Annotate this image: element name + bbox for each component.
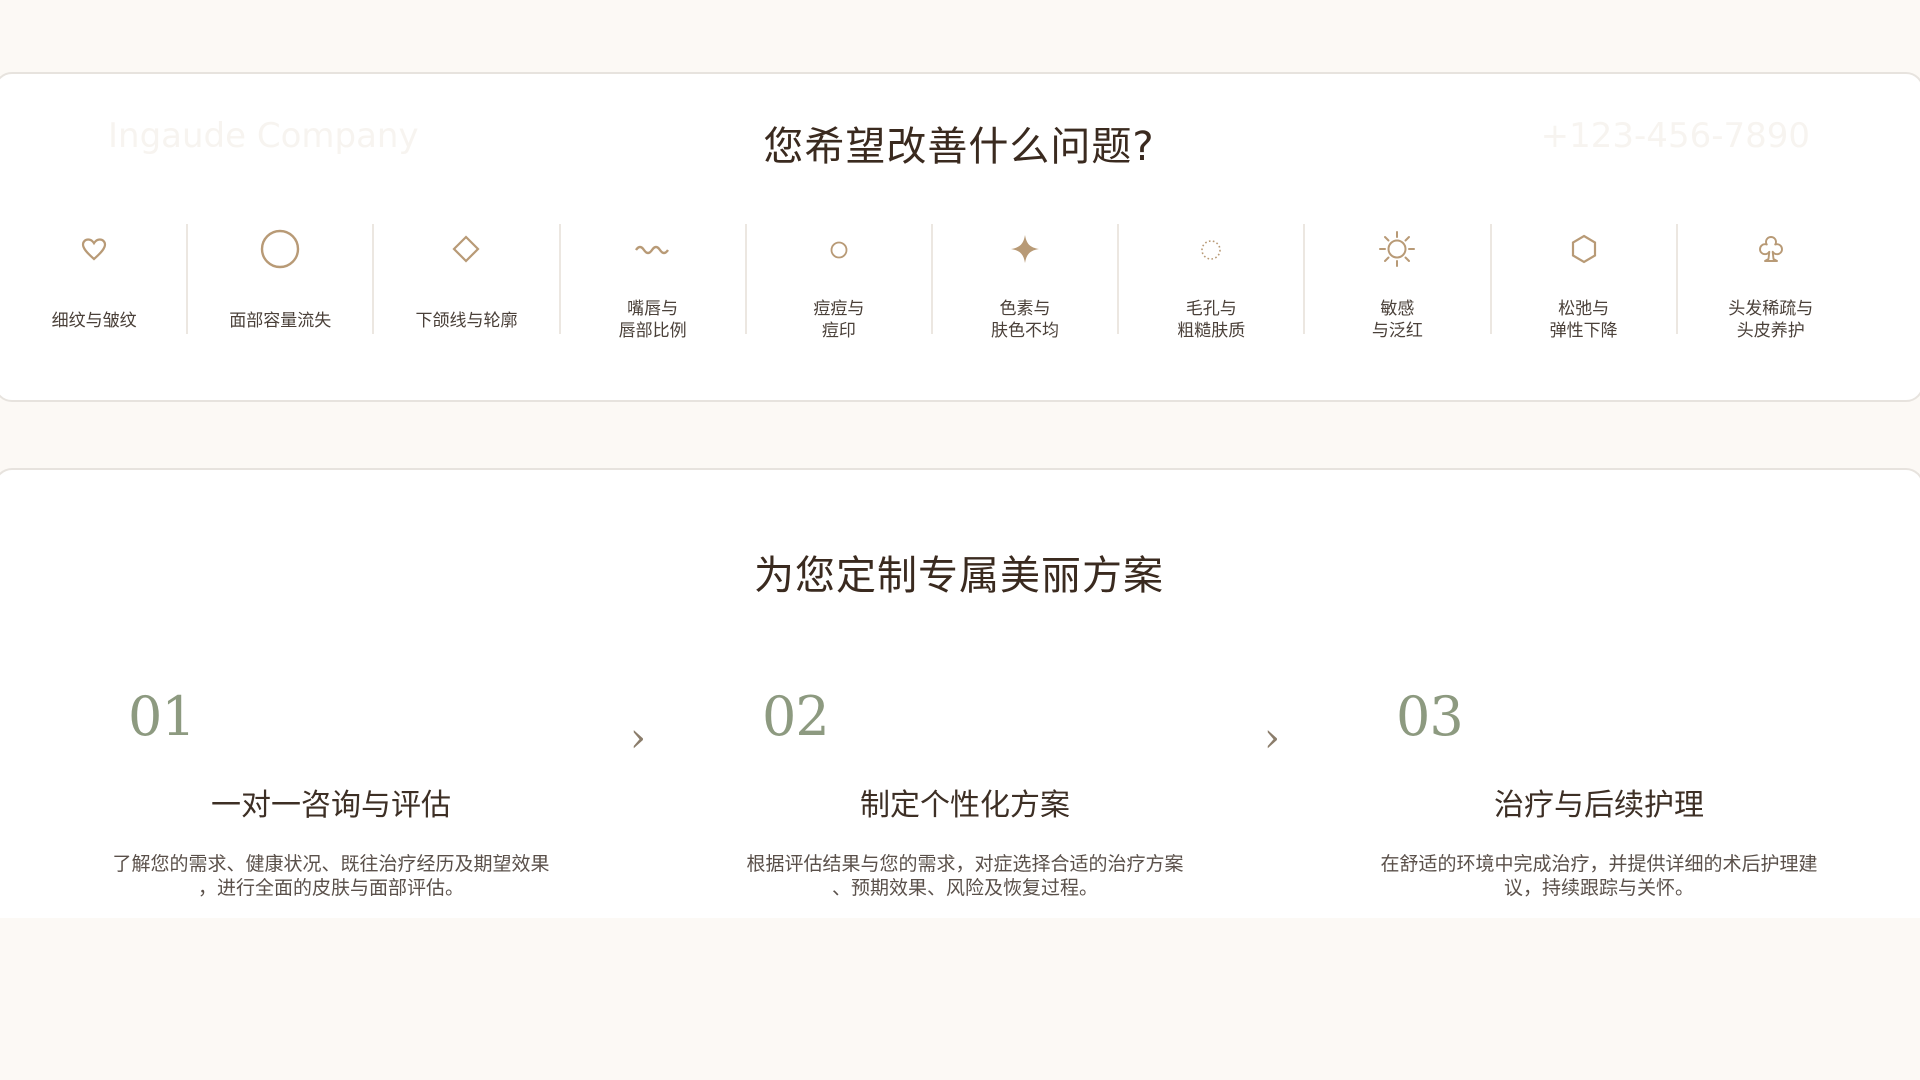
concern-label: 色素与 肤色不均 xyxy=(991,299,1060,341)
concern-hair-scalp[interactable]: 头发稀疏与 头皮养护 xyxy=(1678,224,1864,341)
step-consultation: 01 一对一咨询与评估 了解您的需求、健康状况、既往治疗经历及期望效果 ，进行全… xyxy=(96,685,566,915)
concern-pores[interactable]: 毛孔与 粗糙肤质 xyxy=(1119,224,1306,341)
concerns-card: Ingaude Company +123-456-7890 您希望改善什么问题?… xyxy=(0,72,1920,402)
step-custom-plan: 02 制定个性化方案 根据评估结果与您的需求，对症选择合适的治疗方案 、预期效果… xyxy=(730,685,1200,915)
concern-label: 痘痘与 痘印 xyxy=(813,299,865,341)
concerns-section-title: 您希望改善什么问题? xyxy=(763,124,1155,170)
concern-label: 下颌线与轮廓 xyxy=(415,311,518,331)
concern-label: 头发稀疏与 头皮养护 xyxy=(1728,299,1814,341)
concern-volume-loss[interactable]: 面部容量流失 xyxy=(188,224,375,334)
step-description: 在舒适的环境中完成治疗，并提供详细的术后护理建 议，持续跟踪与关怀。 xyxy=(1380,853,1818,899)
concern-label: 细纹与皱纹 xyxy=(51,311,137,331)
heart-outline-icon xyxy=(2,224,186,274)
circle-outline-icon xyxy=(188,224,372,274)
next-arrow-icon[interactable]: › xyxy=(630,715,646,761)
plan-section-title: 为您定制专属美丽方案 xyxy=(754,553,1164,599)
concern-list: 细纹与皱纹 面部容量流失 下颌线与轮廓 嘴唇与 唇部比例 痘痘与 痘印 色素与 … xyxy=(2,224,1864,341)
concern-lips[interactable]: 嘴唇与 唇部比例 xyxy=(561,224,747,341)
step-title: 制定个性化方案 xyxy=(860,788,1070,823)
concern-sensitivity[interactable]: 敏感 与泛红 xyxy=(1305,224,1492,341)
concern-sagging[interactable]: 松弛与 弹性下降 xyxy=(1492,224,1678,341)
concern-wrinkles[interactable]: 细纹与皱纹 xyxy=(2,224,189,334)
step-number: 02 xyxy=(762,685,830,748)
step-title: 一对一咨询与评估 xyxy=(211,788,451,823)
concern-label: 面部容量流失 xyxy=(229,311,332,331)
club-outline-icon xyxy=(1678,224,1864,274)
plan-card: 为您定制专属美丽方案 01 一对一咨询与评估 了解您的需求、健康状况、既往治疗经… xyxy=(0,468,1920,918)
concern-label: 松弛与 弹性下降 xyxy=(1549,299,1618,341)
four-point-star-icon xyxy=(933,224,1117,274)
dotted-circle-icon xyxy=(1119,224,1303,274)
concern-pigmentation[interactable]: 色素与 肤色不均 xyxy=(933,224,1120,341)
step-treatment-aftercare: 03 治疗与后续护理 在舒适的环境中完成治疗，并提供详细的术后护理建 议，持续跟… xyxy=(1364,685,1834,915)
concern-label: 敏感 与泛红 xyxy=(1371,299,1423,341)
plan-steps: 01 一对一咨询与评估 了解您的需求、健康状况、既往治疗经历及期望效果 ，进行全… xyxy=(2,685,1910,915)
next-arrow-icon[interactable]: › xyxy=(1264,715,1280,761)
step-title: 治疗与后续护理 xyxy=(1494,788,1704,823)
step-description: 根据评估结果与您的需求，对症选择合适的治疗方案 、预期效果、风险及恢复过程。 xyxy=(746,853,1184,899)
hexagon-outline-icon xyxy=(1492,224,1676,274)
step-number: 01 xyxy=(128,685,196,748)
small-circle-icon xyxy=(747,224,931,274)
diamond-outline-icon xyxy=(374,224,558,274)
sun-icon xyxy=(1305,224,1489,274)
step-number: 03 xyxy=(1396,685,1464,748)
concern-label: 毛孔与 粗糙肤质 xyxy=(1177,299,1246,341)
concern-acne[interactable]: 痘痘与 痘印 xyxy=(747,224,933,341)
step-description: 了解您的需求、健康状况、既往治疗经历及期望效果 ，进行全面的皮肤与面部评估。 xyxy=(112,853,550,899)
concern-label: 嘴唇与 唇部比例 xyxy=(618,299,687,341)
concern-jawline[interactable]: 下颌线与轮廓 xyxy=(374,224,561,334)
wave-icon xyxy=(561,224,745,274)
